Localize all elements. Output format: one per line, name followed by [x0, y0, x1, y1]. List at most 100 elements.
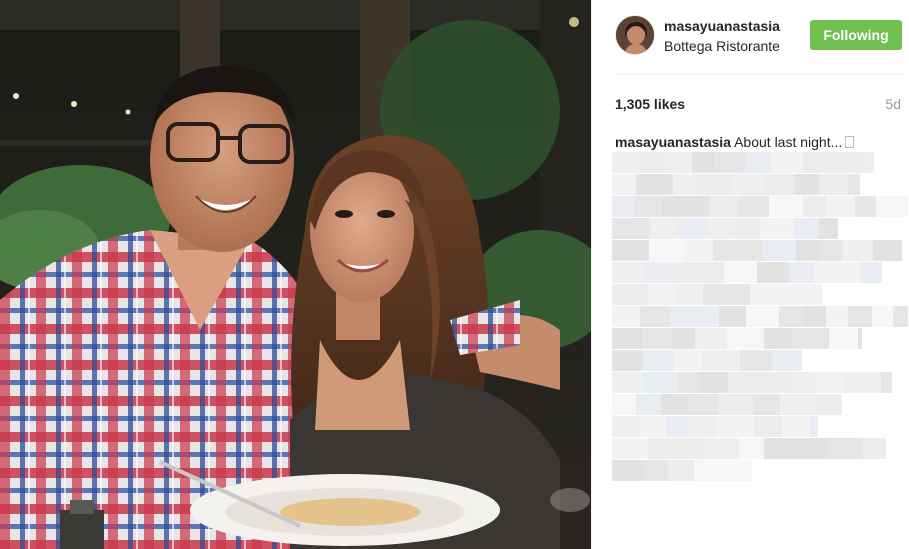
blurred-comment-block [789, 262, 814, 283]
blurred-comment-block [612, 372, 642, 393]
blurred-comment-block [895, 240, 902, 261]
blurred-comment-block [648, 284, 677, 305]
blurred-comment-block [842, 240, 873, 261]
blurred-comment-block [678, 372, 699, 393]
following-button[interactable]: Following [810, 20, 902, 50]
blurred-comment-block [754, 416, 782, 437]
blurred-comment-block [858, 328, 862, 349]
blurred-comment-block [884, 438, 886, 459]
blurred-comment-block [612, 328, 642, 349]
blurred-comment-block [690, 306, 719, 327]
blurred-comment-block [738, 196, 769, 217]
blurred-comment-block [734, 174, 762, 195]
blurred-comment-block [785, 284, 808, 305]
blurred-comment-block [803, 196, 826, 217]
post-time[interactable]: 5d [885, 96, 901, 112]
header-divider [615, 74, 902, 75]
blurred-comment-block [829, 328, 858, 349]
blurred-comment-block [612, 218, 650, 239]
blurred-comment-block [826, 196, 855, 217]
blurred-comment-block [838, 262, 860, 283]
blurred-comment-block [612, 284, 648, 305]
blurred-comment-block [800, 438, 827, 459]
blurred-comment-block [612, 174, 636, 195]
blurred-comment-block [669, 306, 690, 327]
blurred-comment-block [699, 372, 728, 393]
caption-username[interactable]: masayuanastasia [615, 134, 731, 150]
blurred-comment-block [678, 218, 706, 239]
blurred-comment-block [739, 438, 764, 459]
blurred-comment-block [731, 460, 752, 481]
blurred-comment-block [753, 394, 780, 415]
blurred-comment-block [876, 196, 908, 217]
blurred-comment-block [684, 196, 709, 217]
blurred-comment-block [810, 416, 818, 437]
post-header: masayuanastasia Bottega Ristorante Follo… [592, 0, 909, 74]
post-photo[interactable] [0, 0, 591, 549]
blurred-comment-block [666, 416, 688, 437]
blurred-comment-block [705, 438, 739, 459]
blurred-comment-block [819, 174, 848, 195]
blurred-comment-block [648, 438, 678, 459]
blurred-comment-block [643, 262, 666, 283]
blurred-comment-block [674, 350, 702, 371]
blurred-comment-block [803, 152, 832, 173]
blurred-comment-block [664, 152, 692, 173]
blurred-comment-block [760, 218, 794, 239]
blurred-comment-block [612, 240, 649, 261]
blurred-comment-block [642, 372, 678, 393]
blurred-comment-block [703, 262, 724, 283]
blurred-comment-block [735, 218, 760, 239]
blurred-comment-block [717, 416, 754, 437]
blurred-comment-block [779, 306, 804, 327]
blurred-comment-block [808, 284, 822, 305]
blurred-comment-block [612, 262, 643, 283]
blurred-comment-block [612, 196, 635, 217]
post-username[interactable]: masayuanastasia [664, 18, 780, 34]
blurred-comment-block [804, 306, 826, 327]
blurred-comment-block [694, 460, 731, 481]
blurred-comment-block [641, 152, 664, 173]
blurred-comment-block [668, 460, 694, 481]
blurred-comment-block [771, 152, 803, 173]
avatar[interactable] [615, 15, 655, 55]
blurred-comment-block [673, 174, 696, 195]
blurred-comment-block [666, 262, 703, 283]
blurred-comment-block [727, 328, 764, 349]
blurred-comment-block [881, 372, 892, 393]
blurred-comment-block [718, 394, 753, 415]
blurred-comment-block [843, 372, 881, 393]
blurred-comment-block [872, 306, 893, 327]
blurred-comment-block [642, 350, 674, 371]
blurred-comment-block [643, 460, 668, 481]
blurred-comment-block [848, 174, 860, 195]
blurred-comment-block [714, 152, 745, 173]
caption-text: About last night... [734, 134, 843, 150]
blurred-comment-block [650, 218, 678, 239]
blurred-comment-block [612, 460, 643, 481]
blurred-comment-block [793, 372, 817, 393]
caption: masayuanastasia About last night... [615, 134, 900, 150]
photo-illustration [0, 0, 591, 549]
blurred-comment-block [860, 262, 882, 283]
blurred-comment-block [713, 240, 739, 261]
blurred-comment-block [640, 416, 666, 437]
blurred-comment-block [794, 218, 819, 239]
blurred-comment-block [762, 174, 795, 195]
blurred-comment-block [677, 284, 703, 305]
blurred-comment-block [662, 196, 684, 217]
blurred-comment-block [739, 240, 763, 261]
blurred-comment-block [683, 240, 713, 261]
blurred-comment-block [678, 438, 705, 459]
blurred-comment-block [795, 174, 819, 195]
blurred-comment-block [848, 306, 872, 327]
blurred-comment-block [827, 438, 862, 459]
blurred-comment-block [687, 394, 718, 415]
blurred-comment-block [703, 284, 725, 305]
post-location[interactable]: Bottega Ristorante [664, 38, 780, 54]
blurred-comment-block [612, 350, 642, 371]
blurred-comment-block [817, 394, 839, 415]
blurred-comment-block [702, 350, 740, 371]
blurred-comment-block [832, 152, 865, 173]
likes-count[interactable]: 1,305 likes [615, 96, 685, 112]
